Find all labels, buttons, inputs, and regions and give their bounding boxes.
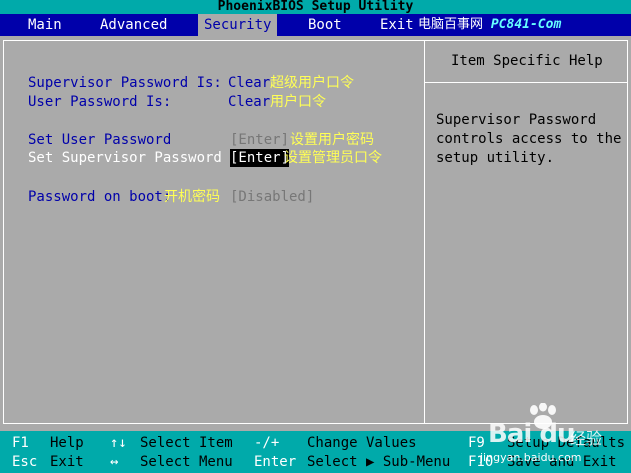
help-text: Supervisor Password controls access to t… (436, 112, 622, 166)
action-save-and-exit: Save and Exit (507, 454, 617, 470)
key-enter: Enter (254, 454, 297, 470)
help-title-divider (425, 82, 628, 83)
set-supervisor-password-row[interactable]: Set Supervisor Password [Enter] 设置管理员口令 (28, 149, 418, 167)
user-status-row: User Password Is: Clear 用户口令 (28, 93, 408, 111)
key-help-row-2: Esc Exit ↔ Select Menu Enter Select ▶ Su… (0, 452, 631, 472)
title-bar: PhoenixBIOS Setup Utility (0, 0, 631, 14)
password-on-boot-row[interactable]: Password on boot: 开机密码 [Disabled] (28, 188, 418, 206)
action-change-values: Change Values (307, 435, 417, 451)
bios-screen: PhoenixBIOS Setup Utility Main Advanced … (0, 0, 631, 473)
password-on-boot-value[interactable]: [Disabled] (230, 188, 314, 206)
help-panel-divider (424, 40, 425, 424)
supervisor-status-note: 超级用户口令 (270, 75, 354, 91)
key-f10: F10 (468, 454, 494, 470)
site-watermark: 电脑百事网 PC841-Com (418, 14, 561, 36)
key-left-right: ↔ (110, 454, 119, 470)
action-select-item: Select Item (140, 435, 233, 451)
key-minus-plus: -/+ (254, 435, 280, 451)
key-f9: F9 (468, 435, 485, 451)
menu-main[interactable]: Main (28, 14, 62, 36)
set-supervisor-password-value[interactable]: [Enter] (230, 149, 290, 167)
user-status-label: User Password Is: (28, 94, 172, 110)
menu-security[interactable]: Security (198, 14, 278, 36)
key-help-bar: F1 Help ↑↓ Select Item -/+ Change Values… (0, 431, 631, 473)
menu-advanced[interactable]: Advanced (100, 14, 167, 36)
action-help: Help (50, 435, 84, 451)
menu-bar: Main Advanced Security Boot Exit 电脑百事网 P… (0, 14, 631, 36)
site-watermark-brand: PC841-Com (490, 17, 562, 32)
supervisor-status-row: Supervisor Password Is: Clear 超级用户口令 (28, 74, 408, 92)
password-on-boot-label[interactable]: Password on boot: (28, 189, 171, 205)
menu-exit[interactable]: Exit (380, 14, 414, 36)
user-status-value: Clear (228, 94, 271, 110)
action-select-submenu: Select ▶ Sub-Menu (307, 454, 451, 470)
help-title: Item Specific Help (451, 53, 603, 69)
window-title: PhoenixBIOS Setup Utility (217, 0, 414, 14)
site-watermark-cn: 电脑百事网 (418, 17, 484, 32)
user-status-note: 用户口令 (270, 94, 326, 110)
set-supervisor-password-label[interactable]: Set Supervisor Password (28, 150, 222, 166)
supervisor-status-value: Clear (228, 75, 271, 91)
password-on-boot-note: 开机密码 (164, 189, 220, 205)
set-user-password-label[interactable]: Set User Password (28, 132, 171, 148)
set-user-password-row[interactable]: Set User Password [Enter] 设置用户密码 (28, 131, 418, 149)
key-f1: F1 (12, 435, 29, 451)
key-esc: Esc (12, 454, 38, 470)
menu-boot[interactable]: Boot (308, 14, 342, 36)
set-user-password-value[interactable]: [Enter] (230, 131, 289, 149)
action-exit: Exit (50, 454, 84, 470)
supervisor-status-label: Supervisor Password Is: (28, 75, 222, 91)
action-select-menu: Select Menu (140, 454, 233, 470)
set-user-password-note: 设置用户密码 (290, 132, 374, 148)
set-supervisor-password-note: 设置管理员口令 (284, 150, 382, 166)
action-setup-defaults: Setup Defaults (507, 435, 626, 451)
key-up-down: ↑↓ (110, 435, 127, 451)
key-help-row-1: F1 Help ↑↓ Select Item -/+ Change Values… (0, 433, 631, 453)
